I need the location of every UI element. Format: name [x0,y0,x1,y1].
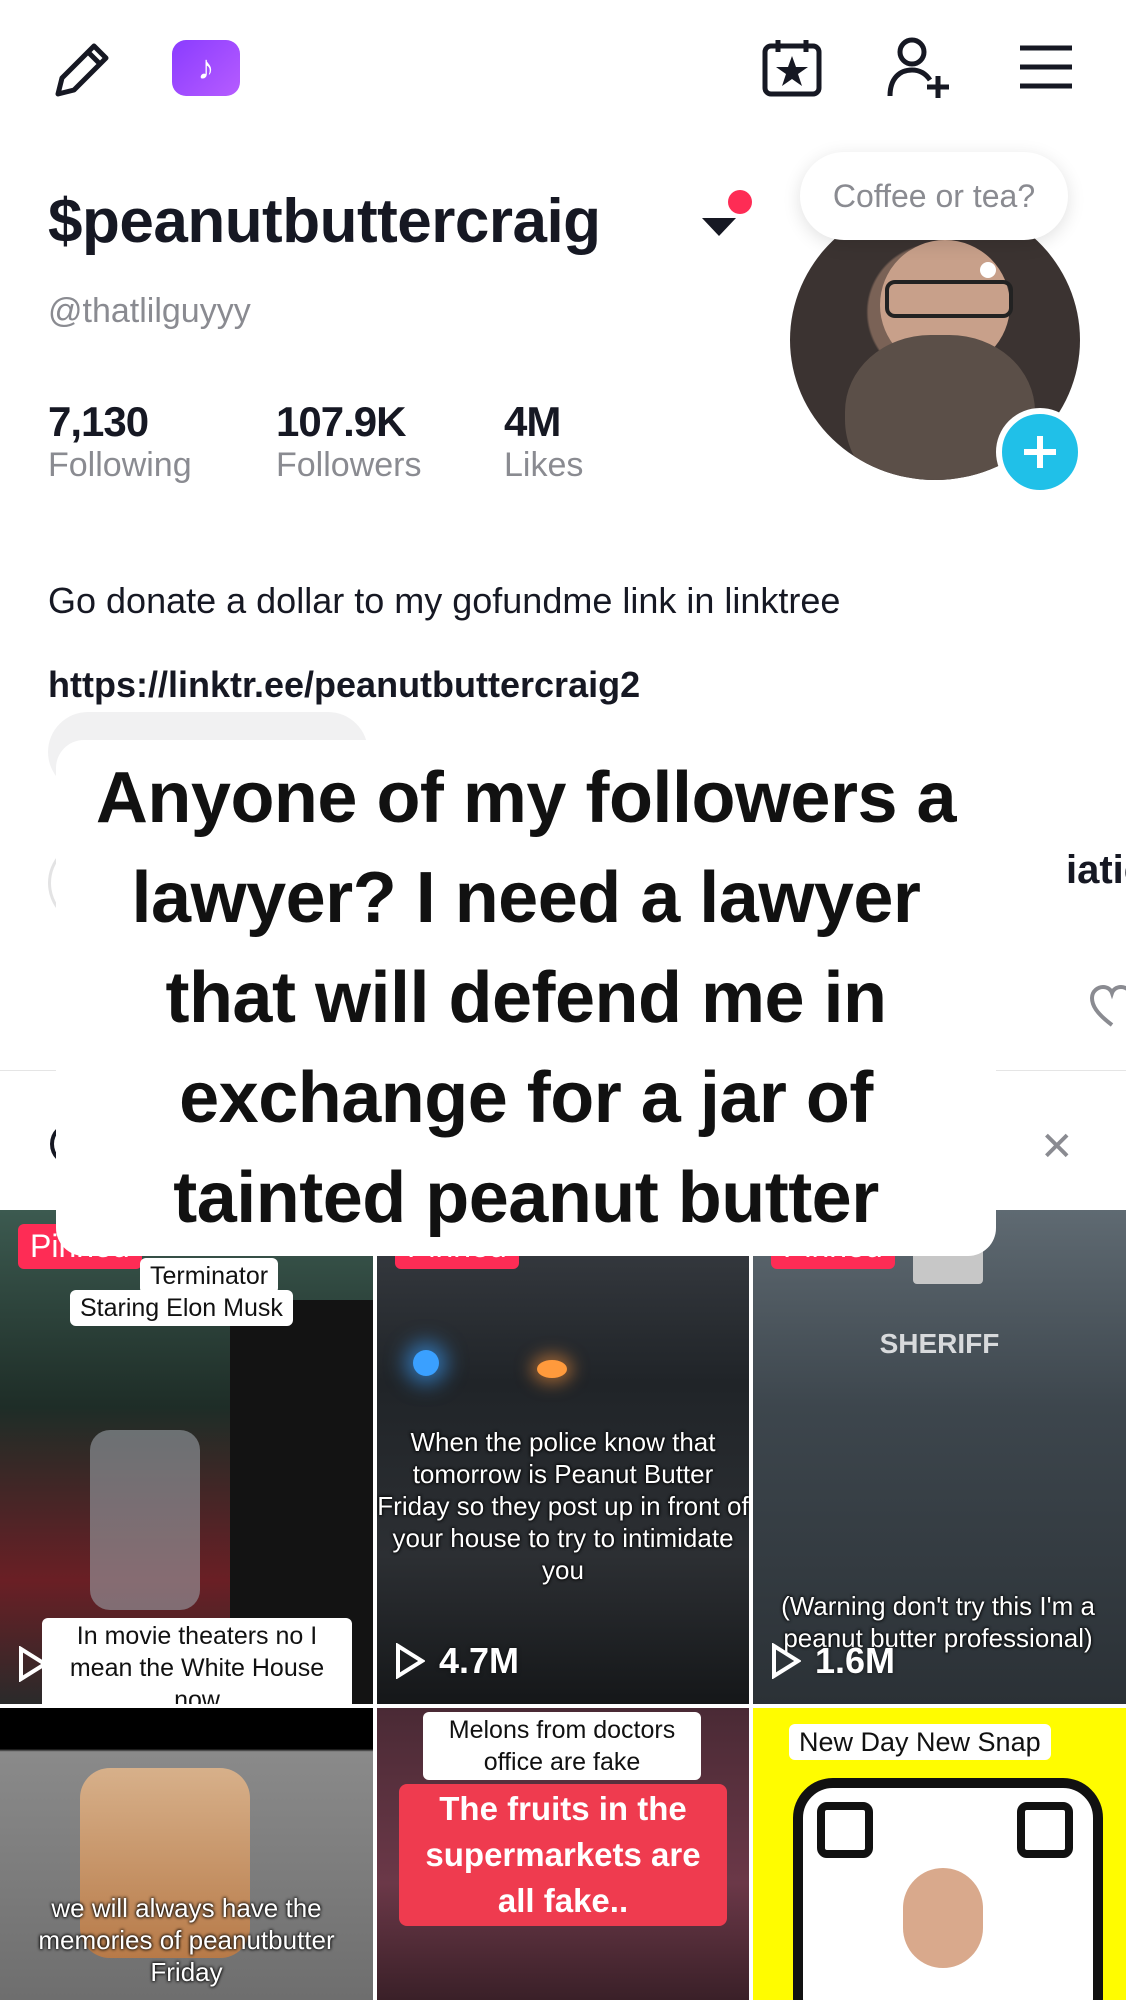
close-icon[interactable]: ✕ [1040,1124,1074,1170]
heart-icon[interactable] [1090,985,1126,1029]
edit-icon[interactable] [48,36,114,102]
video-label: New Day New Snap [789,1724,1051,1760]
stat-value: 7,130 [48,398,149,445]
police-light [413,1350,439,1376]
view-count: 4.7M [395,1640,519,1682]
video-caption: we will always have the memories of pean… [38,1893,335,1987]
play-icon [19,1646,48,1682]
video-tile[interactable]: Pinned Terminator Staring Elon Musk In m… [0,1210,373,1704]
stat-value: 4M [504,398,561,445]
calendar-star-icon[interactable] [760,36,824,100]
stat-label: Following [48,446,192,484]
views-value: 1.6M [815,1640,896,1681]
video-caption: The fruits in the supermarkets are all f… [399,1784,727,1926]
profile-username[interactable]: $peanutbuttercraig [48,186,601,257]
video-label: Terminator [140,1258,279,1294]
car-light [537,1360,567,1378]
video-tile[interactable]: New Day New Snap [753,1708,1126,2000]
add-friend-icon[interactable] [886,34,956,100]
video-tile[interactable]: Melons from doctors office are fake The … [377,1708,749,2000]
text-overlay-card: Anyone of my followers a lawyer? I need … [56,740,996,1256]
stat-label: Likes [504,446,584,484]
video-label: Staring Elon Musk [70,1290,293,1326]
robot-image [90,1430,200,1610]
account-switch-chevron-icon[interactable] [702,218,736,236]
video-tile[interactable]: we will always have the memories of pean… [0,1708,373,2000]
tiktok-badge-icon[interactable]: ♪ [172,40,240,96]
view-count: 1.6M [771,1640,895,1682]
qr-corner [1017,1802,1073,1858]
snapcode [793,1778,1103,2000]
bitmoji-face [903,1868,983,1968]
play-icon [772,1643,801,1679]
profile-link[interactable]: https://linktr.ee/peanutbuttercraig2 [48,664,640,706]
video-tile[interactable]: SHERIFF Pinned (Warning don't try this I… [753,1210,1126,1704]
sheriff-sign: SHERIFF [879,1328,1000,1359]
stat-following[interactable]: 7,130 Following [48,398,192,485]
profile-handle: @thatlilguyyy [48,292,251,330]
stat-likes[interactable]: 4M Likes [504,398,583,485]
bubble-tail [980,262,996,278]
overlay-text: Anyone of my followers a lawyer? I need … [95,758,957,1238]
stat-value: 107.9K [276,398,406,445]
video-label: Melons from doctors office are fake [423,1712,701,1780]
view-count [18,1646,62,1682]
add-story-plus-icon[interactable] [996,408,1084,496]
stat-label: Followers [276,446,422,484]
top-bar: ♪ [0,0,1126,140]
play-icon [396,1643,425,1679]
stat-followers[interactable]: 107.9K Followers [276,398,421,485]
qr-corner [817,1802,873,1858]
avatar-note-bubble[interactable]: Coffee or tea? [800,152,1068,240]
video-caption: When the police know that tomorrow is Pe… [377,1427,749,1585]
profile-bio: Go donate a dollar to my gofundme link i… [48,580,841,621]
menu-icon[interactable] [1018,44,1074,90]
video-tile[interactable]: Pinned When the police know that tomorro… [377,1210,749,1704]
notification-dot [728,190,752,214]
avatar-glasses [885,280,1013,318]
truncated-label: iatic [1066,848,1126,892]
views-value: 4.7M [439,1640,520,1681]
video-caption: In movie theaters no I mean the White Ho… [42,1618,352,1704]
